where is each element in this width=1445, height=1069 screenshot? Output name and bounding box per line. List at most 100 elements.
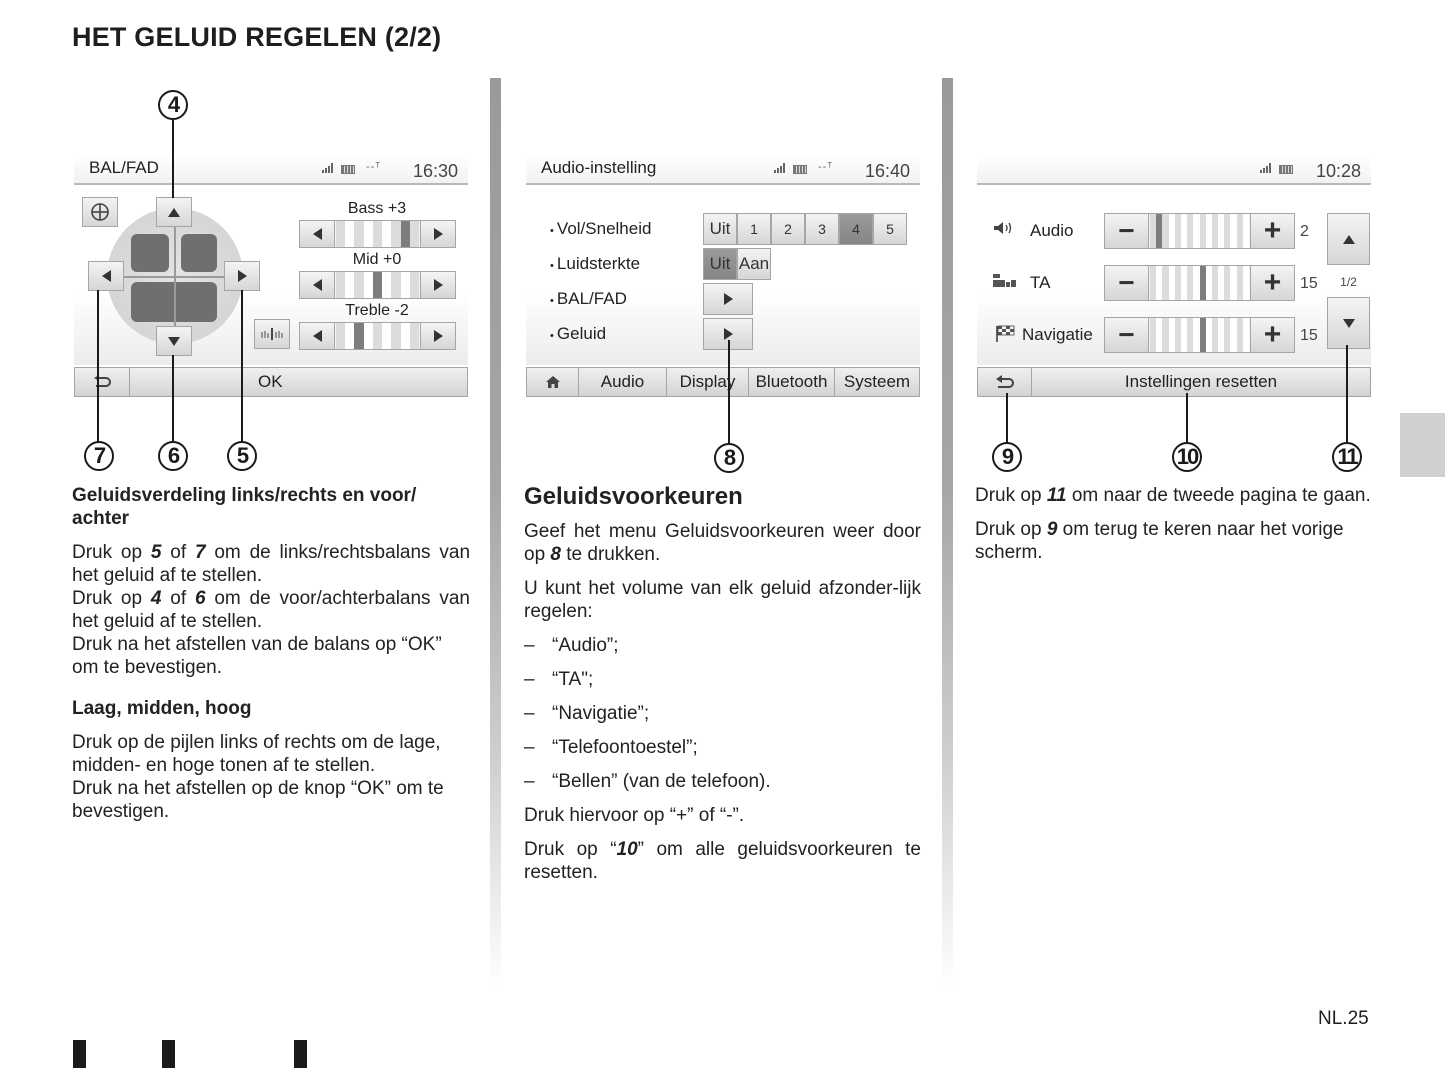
arrow-left-icon [312, 330, 322, 342]
column-divider [942, 78, 953, 988]
column-divider [490, 78, 501, 988]
balance-left-button[interactable] [88, 261, 124, 291]
option-button[interactable]: 1 [737, 213, 771, 245]
callout-leader [172, 120, 174, 198]
option-button[interactable]: Uit [703, 213, 737, 245]
fader-down-button[interactable] [156, 326, 192, 356]
back-button[interactable] [75, 368, 130, 396]
eq-segment [363, 221, 373, 247]
tab-systeem[interactable]: Systeem [835, 368, 919, 396]
seat-front-right [181, 234, 217, 272]
eq-increase-button[interactable] [420, 272, 455, 298]
balance-right-button[interactable] [224, 261, 260, 291]
eq-segment [372, 323, 383, 349]
option-label: Aan [738, 254, 770, 273]
bottom-bar: OK [74, 367, 468, 397]
list-item: – “Telefoontoestel”; [524, 736, 921, 759]
option-label: Uit [709, 219, 731, 238]
text: Druk op [975, 485, 1047, 506]
arrow-right-icon [433, 330, 443, 342]
tab-audio[interactable]: Audio [579, 368, 667, 396]
option-label: 2 [784, 221, 792, 237]
callout-leader [97, 290, 99, 442]
reference-number: 4 [150, 588, 162, 609]
volume-value: 15 [1300, 327, 1318, 344]
column-3-text: Druk op 11 om naar de tweede pagina te g… [975, 484, 1372, 575]
center-balance-button[interactable] [82, 197, 118, 227]
eq-slider[interactable] [299, 322, 456, 350]
chapter-tab [1400, 413, 1445, 477]
arrow-down-icon [168, 336, 180, 346]
bullet: • [550, 330, 557, 342]
tab-bluetooth[interactable]: Bluetooth [749, 368, 835, 396]
volume-slider[interactable]: − + [1104, 265, 1295, 301]
antenna-icon: --ᵀ [818, 161, 834, 173]
reference-number: 7 [194, 542, 206, 563]
tab-bar: Audio Display Bluetooth Systeem [526, 367, 920, 397]
setting-label-text: BAL/FAD [556, 289, 627, 308]
page-up-button[interactable] [1327, 213, 1370, 265]
screen-title: Audio-instelling [541, 158, 657, 177]
back-button[interactable] [978, 368, 1032, 396]
callout-leader [1346, 345, 1348, 443]
reset-settings-button[interactable]: Instellingen resetten [1032, 368, 1370, 396]
signal-icon [1260, 163, 1271, 173]
list-dash: – [524, 771, 535, 792]
option-button[interactable]: 2 [771, 213, 805, 245]
ok-button[interactable]: OK [130, 368, 467, 396]
fader-up-button[interactable] [156, 197, 192, 227]
page-down-button[interactable] [1327, 297, 1370, 349]
list-dash: – [524, 703, 535, 724]
arrow-down-icon [1342, 318, 1355, 328]
arrow-up-icon [1342, 234, 1355, 244]
eq-track [336, 272, 419, 298]
screen-title: BAL/FAD [89, 158, 159, 177]
eq-increase-button[interactable] [420, 323, 455, 349]
tab-display[interactable]: Display [667, 368, 749, 396]
battery-icon [341, 165, 355, 174]
status-bar: Audio-instelling --ᵀ 16:40 [526, 155, 920, 185]
volume-increase-button[interactable]: + [1250, 266, 1294, 300]
volume-slider[interactable]: − + [1104, 317, 1295, 353]
option-button[interactable]: 4 [839, 213, 873, 245]
eq-slider[interactable] [299, 271, 456, 299]
speaker-icon [993, 221, 1013, 240]
eq-slider[interactable] [299, 220, 456, 248]
eq-decrease-button[interactable] [300, 272, 335, 298]
option-button[interactable]: 3 [805, 213, 839, 245]
option-button[interactable]: 5 [873, 213, 907, 245]
volume-decrease-button[interactable]: − [1105, 214, 1149, 248]
option-button[interactable]: Aan [737, 248, 771, 280]
eq-preset-button[interactable] [254, 319, 290, 349]
eq-decrease-button[interactable] [300, 221, 335, 247]
list-item-text: “Telefoontoestel”; [552, 737, 698, 758]
volume-decrease-button[interactable]: − [1105, 318, 1149, 352]
paragraph: Geef het menu Geluidsvoorkeuren weer doo… [524, 520, 921, 566]
volume-decrease-button[interactable]: − [1105, 266, 1149, 300]
reference-number: 10 [616, 839, 638, 860]
eq-track [336, 221, 419, 247]
tab-home[interactable] [527, 368, 579, 396]
volume-slider[interactable]: − + [1104, 213, 1295, 249]
antenna-icon: --ᵀ [366, 161, 382, 173]
text: Druk op [72, 588, 151, 609]
reset-label: Instellingen resetten [1124, 372, 1278, 391]
paragraph: Druk na het afstellen op de knop “OK” om… [72, 778, 444, 822]
paragraph: Druk op de pijlen links of rechts om de … [72, 732, 441, 776]
open-submenu-button[interactable] [703, 283, 753, 315]
crop-mark [73, 1040, 86, 1068]
volume-value: 15 [1300, 275, 1318, 292]
balance-axis-horizontal [117, 276, 233, 278]
option-label: 4 [852, 221, 860, 237]
plus-icon: + [1263, 318, 1282, 351]
tab-label: Audio [600, 372, 645, 391]
eq-increase-button[interactable] [420, 221, 455, 247]
list-item-text: “Navigatie”; [552, 703, 650, 724]
eq-decrease-button[interactable] [300, 323, 335, 349]
volume-increase-button[interactable]: + [1250, 318, 1294, 352]
signal-icon [322, 163, 333, 173]
plus-icon: + [1263, 266, 1282, 299]
play-arrow-icon [723, 328, 733, 340]
option-button[interactable]: Uit [703, 248, 737, 280]
volume-increase-button[interactable]: + [1250, 214, 1294, 248]
